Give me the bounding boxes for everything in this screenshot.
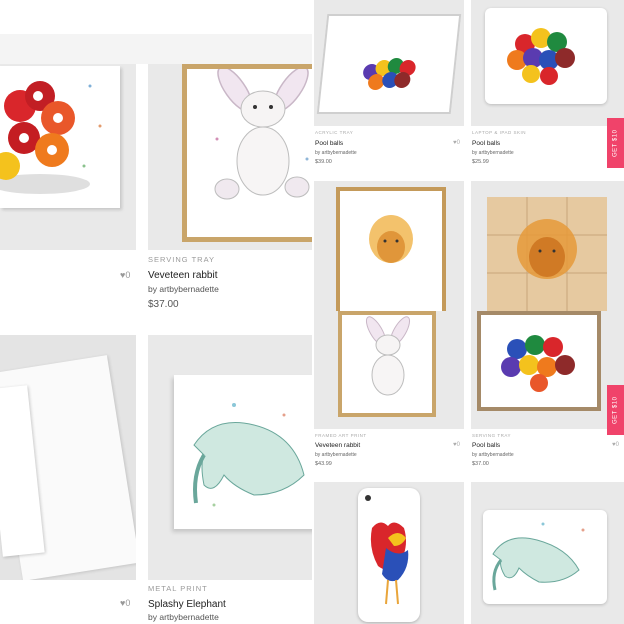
elephant-illustration xyxy=(193,403,305,507)
tray xyxy=(316,14,462,114)
like-button[interactable]: ♥0 xyxy=(453,140,460,146)
laptop-skin xyxy=(483,510,607,604)
header-strip xyxy=(0,34,312,64)
like-button[interactable]: ♥0 xyxy=(612,442,619,448)
like-count: 0 xyxy=(125,270,131,280)
promo-tab[interactable]: GET $10 xyxy=(607,385,624,435)
frame-artwork xyxy=(182,64,312,242)
lion-illustration xyxy=(487,197,607,311)
pool-balls-illustration xyxy=(363,58,416,90)
product-image-serving-tray[interactable] xyxy=(471,311,624,429)
product-image-lion-wood[interactable] xyxy=(471,181,624,311)
product-image-laptop-skin[interactable] xyxy=(471,0,624,126)
product-image-lion-framed[interactable] xyxy=(314,181,464,311)
product-title[interactable]: Pool balls xyxy=(472,442,500,449)
like-button[interactable]: ♥0 xyxy=(120,598,130,608)
lion-illustration xyxy=(369,215,413,263)
rabbit-illustration xyxy=(365,316,411,396)
like-button[interactable]: ♥0 xyxy=(120,270,130,280)
product-price: $39.00 xyxy=(315,159,332,165)
product-title[interactable]: Splashy Elephant xyxy=(148,599,226,610)
product-price: $37.00 xyxy=(148,299,179,310)
like-count: 0 xyxy=(615,442,619,448)
product-title[interactable]: Veveteen rabbit xyxy=(148,270,218,281)
frame-artwork xyxy=(338,311,436,417)
product-title[interactable]: Pool balls xyxy=(315,140,343,147)
like-count: 0 xyxy=(456,442,460,448)
product-image-splashy-elephant[interactable] xyxy=(148,335,312,580)
product-image-phone-case[interactable] xyxy=(314,482,464,624)
like-count: 0 xyxy=(456,140,460,146)
product-artist[interactable]: by artbybernadette xyxy=(148,284,219,294)
promo-tab[interactable]: GET $10 xyxy=(607,118,624,168)
product-image-acrylic-tray[interactable] xyxy=(314,0,464,126)
frame-artwork xyxy=(336,187,446,311)
product-price: $37.00 xyxy=(472,461,489,467)
ipad-skin xyxy=(485,8,607,104)
product-artist[interactable]: by artbybernadette xyxy=(472,452,514,458)
product-category: SERVING TRAY xyxy=(148,255,216,264)
product-image-greeting-card[interactable] xyxy=(0,335,136,580)
product-artist[interactable]: by artbybernadette xyxy=(315,150,357,156)
product-price: $43.99 xyxy=(315,461,332,467)
metal-print xyxy=(174,375,312,529)
product-category: FRAMED ART PRINT xyxy=(315,433,367,438)
phone-case xyxy=(358,488,420,622)
like-count: 0 xyxy=(125,598,131,608)
product-image-veveteen-rabbit[interactable] xyxy=(148,64,312,250)
product-title[interactable]: Pool balls xyxy=(472,140,500,147)
product-price: $25.99 xyxy=(472,159,489,165)
product-category: ACRYLIC TRAY xyxy=(315,130,354,135)
product-artist[interactable]: by artbybernadette xyxy=(472,150,514,156)
product-image-pool-balls-card[interactable] xyxy=(0,64,136,250)
product-category: METAL PRINT xyxy=(148,584,208,593)
product-artist[interactable]: by artbybernadette xyxy=(315,452,357,458)
card-artwork xyxy=(0,66,120,208)
elephant-illustration xyxy=(492,522,585,591)
pool-balls-illustration xyxy=(0,81,102,194)
pool-balls-illustration xyxy=(501,335,575,392)
rabbit-illustration xyxy=(214,69,310,200)
pool-balls-illustration xyxy=(507,28,575,85)
product-artist[interactable]: by artbybernadette xyxy=(148,612,219,622)
wood-panels xyxy=(487,197,607,311)
tray xyxy=(477,311,601,411)
product-title[interactable]: Veveteen rabbit xyxy=(315,442,360,449)
product-category: LAPTOP & IPAD SKIN xyxy=(472,130,527,135)
product-image-elephant-skin[interactable] xyxy=(471,482,624,624)
product-category: SERVING TRAY xyxy=(472,433,512,438)
rooster-illustration xyxy=(365,495,409,605)
top-bar xyxy=(0,0,312,34)
product-image-framed-rabbit[interactable] xyxy=(314,311,464,429)
like-button[interactable]: ♥0 xyxy=(453,442,460,448)
